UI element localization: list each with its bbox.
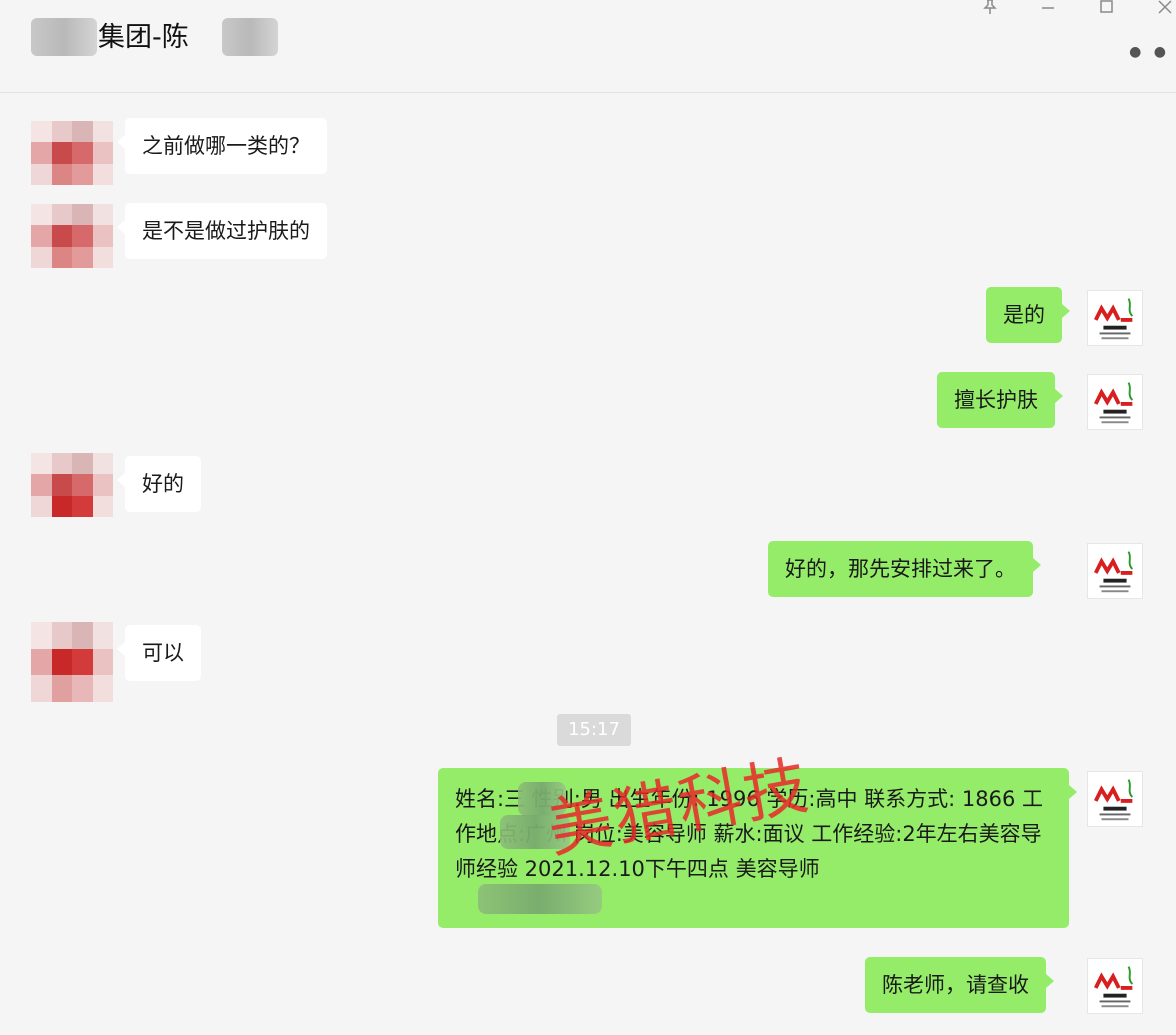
redacted-title-suffix — [222, 18, 278, 56]
message-bubble-incoming[interactable]: 好的 — [117, 456, 201, 512]
message-bubble-outgoing[interactable]: 是的 — [986, 287, 1070, 343]
close-icon[interactable] — [1153, 0, 1176, 22]
my-avatar[interactable] — [1087, 958, 1143, 1014]
chat-header: 集团-陈 ● ● — [0, 0, 1176, 93]
contact-avatar[interactable] — [31, 204, 113, 268]
redacted-title-prefix — [31, 18, 97, 56]
contact-avatar[interactable] — [31, 622, 113, 702]
message-bubble-incoming[interactable]: 是不是做过护肤的 — [117, 203, 327, 259]
my-avatar[interactable] — [1087, 374, 1143, 430]
my-avatar[interactable] — [1087, 290, 1143, 346]
message-bubble-outgoing[interactable]: 擅长护肤 — [937, 372, 1063, 428]
contact-avatar[interactable] — [31, 453, 113, 517]
my-avatar[interactable] — [1087, 771, 1143, 827]
more-icon[interactable]: ● ● — [1129, 44, 1170, 60]
chat-title: 集团-陈 — [98, 22, 189, 53]
maximize-icon[interactable] — [1095, 0, 1119, 22]
message-bubble-outgoing[interactable]: 陈老师，请查收 — [865, 957, 1054, 1013]
my-avatar[interactable] — [1087, 543, 1143, 599]
message-bubble-outgoing[interactable]: 好的，那先安排过来了。 — [768, 541, 1041, 597]
message-bubble-incoming[interactable]: 可以 — [117, 625, 201, 681]
redaction-blur — [478, 884, 602, 914]
message-bubble-incoming[interactable]: 之前做哪一类的？ — [117, 118, 327, 174]
contact-avatar[interactable] — [31, 121, 113, 185]
pin-icon[interactable] — [978, 0, 1002, 22]
message-timestamp: 15:17 — [557, 714, 631, 746]
minimize-icon[interactable] — [1036, 0, 1060, 22]
